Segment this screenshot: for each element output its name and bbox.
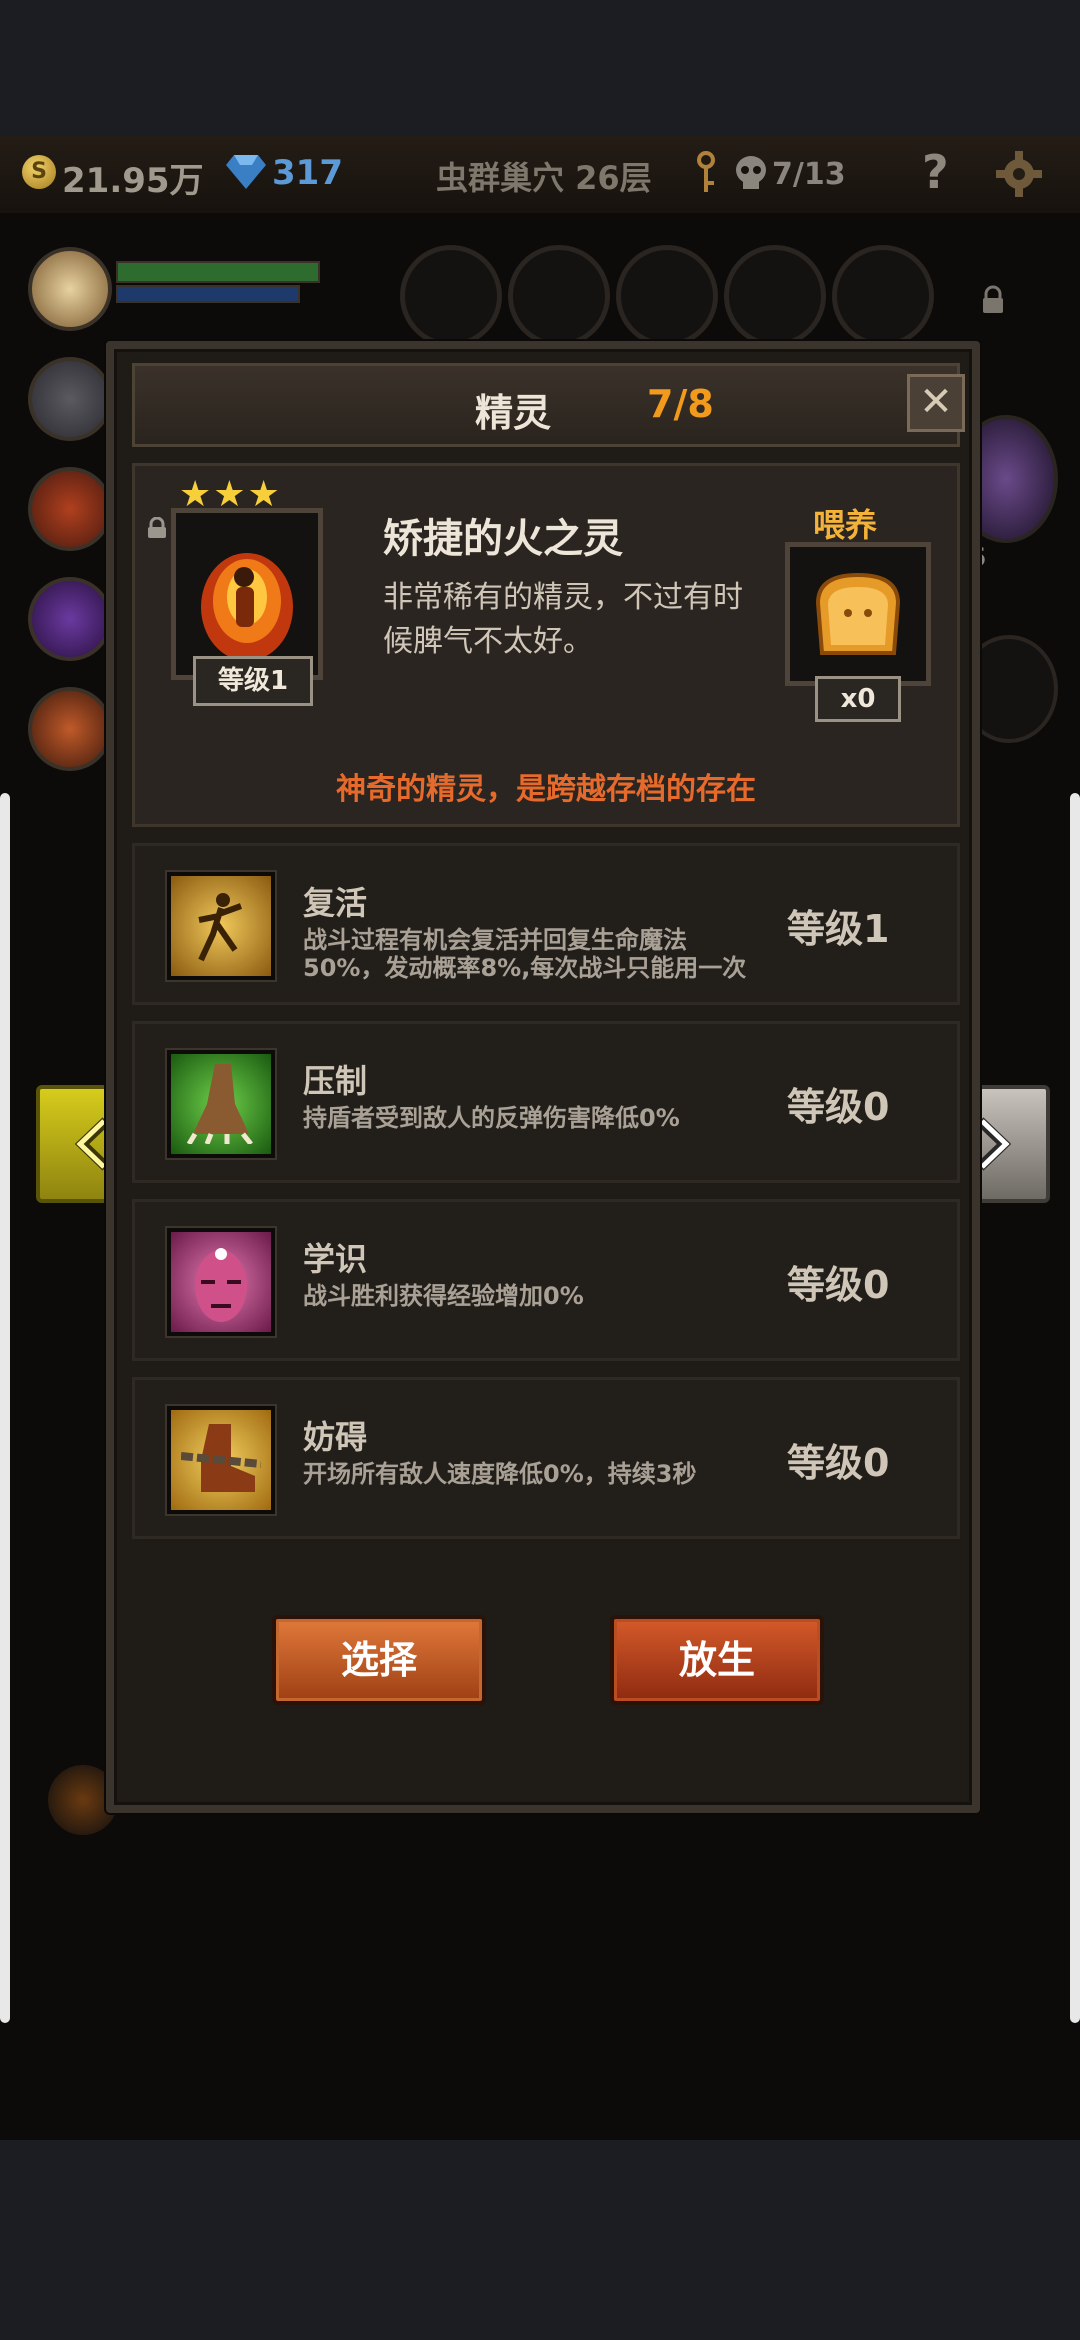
item-slot-4[interactable] [724, 245, 826, 347]
panel-title: 精灵 [475, 391, 552, 435]
release-button[interactable]: 放生 [610, 1615, 824, 1705]
skill-description: 持盾者受到敌人的反弹伤害降低0% [303, 1104, 680, 1132]
hero-hp-bar [116, 261, 320, 283]
gem-amount: 317 [272, 153, 343, 193]
skill-name: 妨碍 [303, 1418, 368, 1456]
left-edge-indicator [0, 793, 10, 2023]
pet-info-box: ★★★ 等级1 矫捷的火之灵 非常稀有的精灵，不过有时候脾气不太好。 喂养 x0… [132, 463, 960, 827]
fire-spirit-icon [201, 553, 293, 661]
lock-icon [983, 285, 1003, 313]
pet-portrait[interactable] [148, 508, 323, 680]
skill-name: 学识 [303, 1240, 368, 1278]
hero-portrait-2[interactable] [28, 357, 112, 441]
pet-rarity-stars: ★★★ [179, 474, 282, 515]
hero-portrait-4[interactable] [28, 577, 112, 661]
navigation-bar-area [0, 2140, 1080, 2340]
skull-icon [736, 156, 766, 189]
right-edge-indicator [1070, 793, 1080, 2023]
pet-name: 矫捷的火之灵 [383, 516, 623, 562]
skill-row[interactable]: 妨碍 开场所有敌人速度降低0%，持续3秒 等级0 [132, 1377, 960, 1539]
skill-name: 压制 [303, 1062, 368, 1100]
location-label[interactable]: 虫群巢穴 26层 [436, 153, 652, 199]
item-slot-1[interactable] [400, 245, 502, 347]
hero-mp-bar [116, 285, 300, 303]
pet-panel: 精灵 7/8 ✕ ★★★ 等级1 矫捷的火之灵 非常稀有的精灵，不过有时候脾气不… [106, 341, 980, 1813]
lock-icon[interactable] [146, 517, 168, 539]
skill-level: 等级0 [787, 1441, 890, 1485]
chained-boot-icon [167, 1406, 275, 1514]
feed-button[interactable] [785, 542, 931, 686]
select-button[interactable]: 选择 [272, 1615, 486, 1705]
pet-tagline: 神奇的精灵，是跨越存档的存在 [336, 772, 756, 807]
feed-label: 喂养 [813, 506, 878, 544]
revive-dancer-icon [167, 872, 275, 980]
skill-level: 等级0 [787, 1085, 890, 1129]
coin-icon: S [22, 155, 56, 189]
skill-row[interactable]: 学识 战斗胜利获得经验增加0% 等级0 [132, 1199, 960, 1361]
skill-row[interactable]: 复活 战斗过程有机会复活并回复生命魔法50%，发动概率8%,每次战斗只能用一次 … [132, 843, 960, 1005]
gear-icon[interactable] [996, 151, 1042, 197]
hero-portrait-3[interactable] [28, 467, 112, 551]
item-slot-2[interactable] [508, 245, 610, 347]
panel-title-bar: 精灵 7/8 ✕ [132, 363, 965, 447]
skill-name: 复活 [303, 884, 368, 922]
skill-row[interactable]: 压制 持盾者受到敌人的反弹伤害降低0% 等级0 [132, 1021, 960, 1183]
pet-description: 非常稀有的精灵，不过有时候脾气不太好。 [383, 580, 743, 659]
food-count: x0 [815, 676, 901, 722]
item-slot-3[interactable] [616, 245, 718, 347]
skill-description: 开场所有敌人速度降低0%，持续3秒 [303, 1460, 697, 1488]
status-bar-area [0, 0, 1080, 135]
key-icon [697, 151, 715, 192]
skill-description: 战斗胜利获得经验增加0% [303, 1282, 584, 1310]
gold-amount: 21.95万 [62, 161, 204, 201]
mind-face-icon [167, 1228, 275, 1336]
skill-level: 等级0 [787, 1263, 890, 1307]
close-icon: ✕ [919, 379, 953, 425]
claw-icon [167, 1050, 275, 1158]
skill-level: 等级1 [787, 907, 890, 951]
pet-count: 7/8 [647, 382, 714, 426]
game-screen: S 21.95万 317 虫群巢穴 26层 7/13 ? 精灵 7/8 ✕ ★★… [0, 135, 1080, 2140]
hero-portrait-5[interactable] [28, 687, 112, 771]
help-button[interactable]: ? [922, 145, 949, 199]
boss-progress: 7/13 [772, 157, 846, 192]
close-button[interactable]: ✕ [907, 374, 965, 432]
diamond-icon [226, 155, 266, 189]
hero-portrait-1[interactable] [28, 247, 112, 331]
bread-icon [815, 572, 901, 655]
pet-level: 等级1 [193, 656, 313, 706]
item-slot-5[interactable] [832, 245, 934, 347]
skill-description: 战斗过程有机会复活并回复生命魔法50%，发动概率8%,每次战斗只能用一次 [303, 926, 747, 982]
top-hud: S 21.95万 317 虫群巢穴 26层 7/13 ? [0, 135, 1080, 215]
